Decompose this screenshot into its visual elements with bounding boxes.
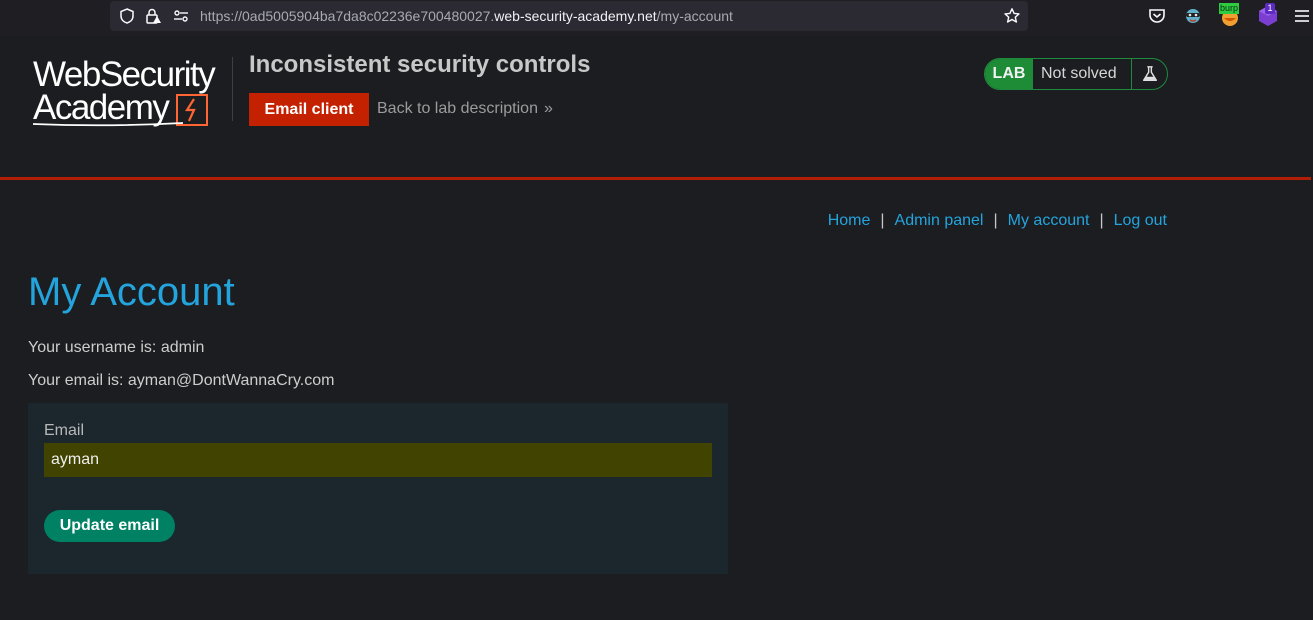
email-label: Email: [44, 422, 85, 439]
nav-separator: |: [1099, 212, 1104, 229]
change-email-form: Email Update email: [28, 403, 728, 574]
logo-underline: [33, 122, 183, 127]
address-bar[interactable]: https://0ad5005904ba7da8c02236e700480027…: [110, 1, 1028, 31]
flask-icon-wrapper: [1132, 59, 1167, 89]
url-domain: web-security-academy.net: [494, 8, 657, 24]
lab-status-widget: LAB Not solved: [984, 58, 1168, 90]
notification-count: 1: [1265, 3, 1275, 14]
shield-icon[interactable]: [118, 7, 136, 25]
pocket-icon[interactable]: [1147, 6, 1167, 26]
extension-purple-button[interactable]: 1: [1256, 3, 1280, 29]
nav-separator: |: [880, 212, 885, 229]
flask-icon: [1142, 66, 1157, 82]
nav-separator: |: [993, 212, 998, 229]
header-rule: [0, 177, 1311, 180]
lab-title: Inconsistent security controls: [249, 51, 591, 78]
burp-extension-button[interactable]: burp: [1219, 3, 1243, 29]
burp-badge: burp: [1219, 3, 1240, 14]
browser-toolbar: https://0ad5005904ba7da8c02236e700480027…: [0, 0, 1313, 36]
url-path: /my-account: [656, 8, 733, 24]
permissions-icon[interactable]: [172, 7, 190, 25]
lock-warning-icon[interactable]: [144, 7, 162, 25]
lab-status-text: Not solved: [1033, 59, 1132, 89]
bookmark-star-icon[interactable]: [1003, 7, 1021, 25]
menu-icon[interactable]: [1292, 6, 1312, 26]
back-link-label: Back to lab description: [377, 100, 538, 117]
nav-home[interactable]: Home: [828, 212, 871, 229]
nav-log-out[interactable]: Log out: [1114, 212, 1167, 229]
url-text[interactable]: https://0ad5005904ba7da8c02236e700480027…: [200, 8, 733, 24]
double-chevron-right-icon: »: [543, 100, 553, 117]
nav-my-account[interactable]: My account: [1008, 212, 1090, 229]
page-title: My Account: [28, 270, 235, 314]
email-client-button[interactable]: Email client: [249, 93, 369, 126]
header-divider: [232, 57, 233, 121]
lab-badge: LAB: [985, 59, 1033, 89]
username-text: Your username is: admin: [28, 339, 205, 356]
url-prefix: https://0ad5005904ba7da8c02236e700480027…: [200, 8, 495, 24]
email-input[interactable]: [44, 443, 712, 477]
email-text: Your email is: ayman@DontWannaCry.com: [28, 372, 335, 389]
nav-admin-panel[interactable]: Admin panel: [895, 212, 984, 229]
extension-mask-icon[interactable]: [1183, 6, 1203, 26]
web-security-academy-logo[interactable]: WebSecurity Academy: [30, 55, 230, 130]
top-nav: Home | Admin panel | My account | Log out: [828, 212, 1167, 230]
update-email-button[interactable]: Update email: [44, 510, 175, 542]
back-to-lab-description-link[interactable]: Back to lab description »: [377, 100, 553, 118]
